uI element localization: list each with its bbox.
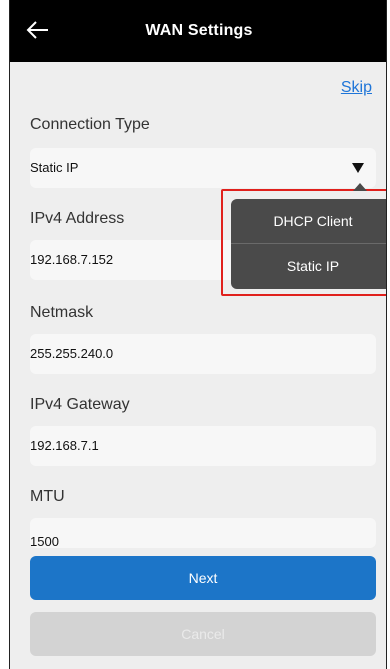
- app-frame: WAN Settings Skip Connection Type Static…: [9, 0, 387, 669]
- ipv4-gateway-label: IPv4 Gateway: [30, 396, 130, 413]
- menu-item-dhcp-client[interactable]: DHCP Client: [231, 199, 386, 244]
- menu-item-static-ip[interactable]: Static IP: [231, 244, 386, 289]
- skip-link[interactable]: Skip: [341, 79, 372, 97]
- connection-type-select[interactable]: Static IP: [30, 148, 376, 188]
- cancel-button[interactable]: Cancel: [30, 612, 376, 656]
- popover-caret: [353, 183, 367, 191]
- next-button[interactable]: Next: [30, 556, 376, 600]
- netmask-label: Netmask: [30, 304, 94, 321]
- connection-type-menu: DHCP Client Static IP: [231, 199, 386, 289]
- connection-type-label: Connection Type: [30, 116, 150, 133]
- ipv4-address-label: IPv4 Address: [30, 210, 125, 227]
- mtu-label: MTU: [30, 488, 65, 505]
- netmask-value: 255.255.240.0: [30, 346, 114, 361]
- ipv4-gateway-value: 192.168.7.1: [30, 438, 99, 453]
- netmask-field[interactable]: 255.255.240.0: [30, 334, 376, 374]
- page-title: WAN Settings: [145, 22, 253, 39]
- ipv4-address-value: 192.168.7.152: [30, 252, 114, 267]
- chevron-down-icon: [352, 163, 364, 173]
- top-bar: WAN Settings: [10, 0, 386, 62]
- connection-type-value: Static IP: [30, 160, 79, 175]
- ipv4-gateway-field[interactable]: 192.168.7.1: [30, 426, 376, 466]
- mtu-value: 1500: [30, 534, 59, 549]
- mtu-field[interactable]: 1500: [30, 518, 376, 549]
